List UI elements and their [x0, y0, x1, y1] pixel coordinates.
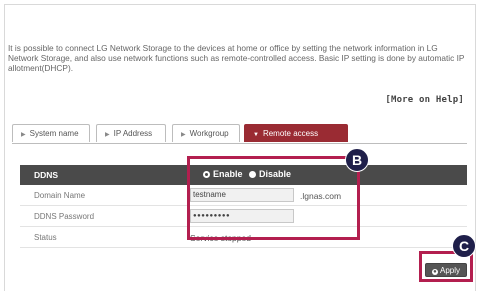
domain-name-label: Domain Name	[34, 191, 86, 200]
highlight-box-b	[187, 156, 360, 240]
chevron-right-icon: ▶	[181, 132, 186, 138]
callout-b: B	[345, 148, 369, 172]
more-help-link[interactable]: [More on Help]	[385, 95, 464, 105]
apply-label: Apply	[439, 266, 460, 275]
chevron-right-icon: ▶	[21, 132, 26, 138]
tab-ip-address[interactable]: ▶ IP Address	[96, 124, 166, 142]
chevron-down-icon: ▼	[253, 132, 259, 138]
tab-remote-access[interactable]: ▼ Remote access (DDNS)	[244, 124, 348, 157]
callout-c: C	[452, 234, 476, 258]
tab-label: System name	[29, 129, 79, 138]
tab-workgroup[interactable]: ▶ Workgroup	[172, 124, 240, 142]
ddns-password-label: DDNS Password	[34, 212, 95, 221]
plus-icon: ●	[431, 269, 438, 275]
chevron-right-icon: ▶	[105, 132, 110, 138]
status-label: Status	[34, 233, 57, 242]
settings-tabs: ▶ System name ▶ IP Address ▶ Workgroup ▼ Rem…	[12, 124, 467, 157]
apply-button[interactable]: ● Apply	[425, 263, 467, 277]
tab-label: IP Address	[113, 129, 153, 138]
ddns-header-label: DDNS	[34, 170, 59, 180]
tab-system-name[interactable]: ▶ System name	[12, 124, 90, 142]
intro-text: It is possible to connect LG Network Sto…	[8, 43, 465, 73]
tab-label: Workgroup	[189, 129, 229, 138]
tab-divider	[12, 143, 467, 144]
